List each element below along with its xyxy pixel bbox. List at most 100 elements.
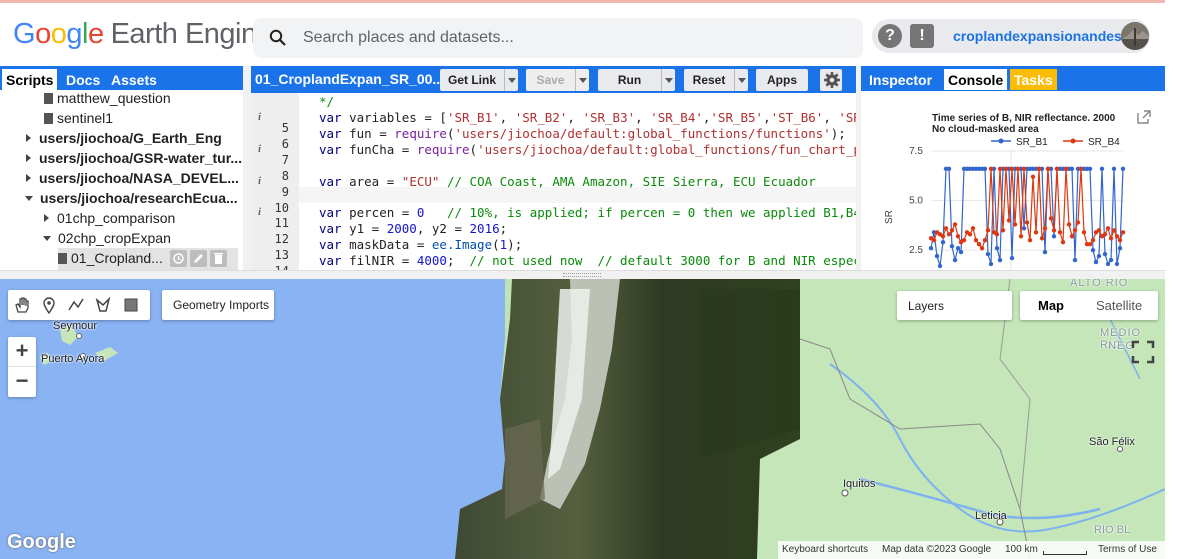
data-point[interactable] [1051, 228, 1057, 233]
tab-tasks[interactable]: Tasks [1010, 69, 1057, 90]
data-point[interactable] [940, 234, 946, 239]
data-point[interactable] [1066, 222, 1072, 227]
data-point[interactable] [1039, 236, 1045, 241]
data-point[interactable] [1021, 166, 1027, 171]
data-point[interactable] [952, 257, 958, 263]
data-point[interactable] [982, 166, 988, 171]
tab-scripts[interactable]: Scripts [2, 69, 58, 90]
tree-file-selected[interactable]: 01_Cropland... [58, 248, 238, 270]
code-line[interactable]: var variables = ['SR_B1', 'SR_B2', 'SR_B… [319, 110, 856, 125]
code-line[interactable]: */ [319, 94, 334, 109]
code-area[interactable]: */var variables = ['SR_B1', 'SR_B2', 'SR… [251, 66, 856, 270]
edit-icon[interactable] [189, 250, 207, 267]
data-point[interactable] [1012, 222, 1018, 227]
data-point[interactable] [931, 238, 937, 243]
drag-handle-icon[interactable] [563, 273, 601, 277]
data-point[interactable] [997, 257, 1003, 263]
data-point[interactable] [1096, 253, 1102, 259]
avatar[interactable] [1121, 22, 1149, 50]
data-point[interactable] [1033, 230, 1039, 235]
data-point[interactable] [1081, 230, 1087, 235]
account-username[interactable]: croplandexpansionandes [953, 28, 1122, 44]
data-point[interactable] [1117, 246, 1123, 251]
data-point[interactable] [1069, 166, 1075, 171]
data-point[interactable] [1009, 166, 1015, 171]
data-point[interactable] [1042, 249, 1048, 255]
tab-console[interactable]: Console [944, 69, 1008, 90]
line-icon[interactable] [67, 296, 85, 314]
data-point[interactable] [1099, 166, 1105, 171]
map-type-map-button[interactable]: Map [1038, 298, 1064, 313]
data-point[interactable] [946, 232, 952, 237]
data-point[interactable] [1093, 259, 1099, 265]
data-point[interactable] [1102, 251, 1108, 257]
data-point[interactable] [1072, 228, 1078, 233]
data-point[interactable] [1120, 230, 1126, 235]
zoom-in-button[interactable]: + [8, 337, 36, 367]
data-point[interactable] [1060, 240, 1066, 245]
data-point[interactable] [1024, 220, 1030, 225]
open-in-new-icon[interactable] [1137, 110, 1151, 124]
polygon-icon[interactable] [94, 296, 112, 314]
data-point[interactable] [1063, 166, 1069, 171]
time-series-chart[interactable]: Time series of B, NIR reflectance. 2000N… [861, 94, 1165, 270]
data-point[interactable] [1105, 226, 1111, 231]
geometry-imports-button[interactable]: Geometry Imports [162, 290, 274, 320]
data-point[interactable] [949, 244, 955, 249]
data-point[interactable] [946, 166, 952, 171]
data-point[interactable] [1042, 226, 1048, 231]
data-point[interactable] [979, 246, 985, 251]
data-point[interactable] [958, 249, 964, 255]
data-point[interactable] [997, 166, 1003, 171]
help-button[interactable]: ? [878, 24, 902, 48]
data-point[interactable] [1120, 166, 1126, 171]
data-point[interactable] [1000, 228, 1006, 233]
data-point[interactable] [1048, 216, 1054, 221]
code-line[interactable]: var funCha = require('users/jiochoa/defa… [319, 142, 856, 157]
data-point[interactable] [976, 242, 982, 247]
feedback-button[interactable]: ! [910, 24, 934, 48]
tab-docs[interactable]: Docs [62, 69, 104, 90]
code-line[interactable]: var percen = 0 // 10%, is applied; if pe… [319, 205, 856, 220]
search-input[interactable] [303, 27, 843, 49]
data-point[interactable] [937, 263, 943, 269]
data-point[interactable] [1003, 166, 1009, 171]
data-point[interactable] [1075, 220, 1081, 225]
tree-folder[interactable]: 02chp_cropExpan [43, 230, 171, 250]
tree-folder[interactable]: 01chp_comparison [44, 210, 175, 230]
data-point[interactable] [982, 238, 988, 243]
data-point[interactable] [1111, 166, 1117, 171]
data-point[interactable] [1114, 234, 1120, 239]
rectangle-icon[interactable] [122, 296, 140, 314]
history-icon[interactable] [169, 250, 187, 267]
data-point[interactable] [994, 232, 1000, 237]
tab-inspector[interactable]: Inspector [865, 69, 936, 90]
panel-divider[interactable] [243, 66, 251, 270]
code-line[interactable]: var area = "ECU" // COA Coast, AMA Amazo… [319, 174, 816, 189]
data-point[interactable] [1105, 261, 1111, 267]
delete-icon[interactable] [209, 250, 227, 267]
data-point[interactable] [1045, 166, 1051, 171]
search-box[interactable] [253, 18, 863, 58]
tree-repo[interactable]: users/jiochoa/researchEcua... [25, 190, 238, 210]
map-view[interactable]: Geometry Imports + − Seymour Puerto Ayor… [0, 279, 1165, 559]
data-point[interactable] [1102, 232, 1108, 237]
data-point[interactable] [940, 240, 946, 245]
data-point[interactable] [1021, 226, 1027, 231]
data-point[interactable] [955, 246, 961, 251]
data-point[interactable] [1069, 234, 1075, 239]
data-point[interactable] [1072, 257, 1078, 263]
data-point[interactable] [949, 228, 955, 233]
zoom-out-button[interactable]: − [8, 367, 36, 397]
data-point[interactable] [1057, 230, 1063, 235]
data-point[interactable] [988, 261, 994, 267]
data-point[interactable] [967, 232, 973, 237]
data-point[interactable] [1117, 238, 1123, 243]
layers-button[interactable]: Layers [897, 291, 1012, 320]
data-point[interactable] [1036, 166, 1042, 171]
tab-assets[interactable]: Assets [107, 69, 161, 90]
data-point[interactable] [1030, 174, 1036, 179]
map-splitter[interactable] [0, 270, 1165, 279]
data-point[interactable] [1054, 166, 1060, 171]
data-point[interactable] [1108, 257, 1114, 263]
